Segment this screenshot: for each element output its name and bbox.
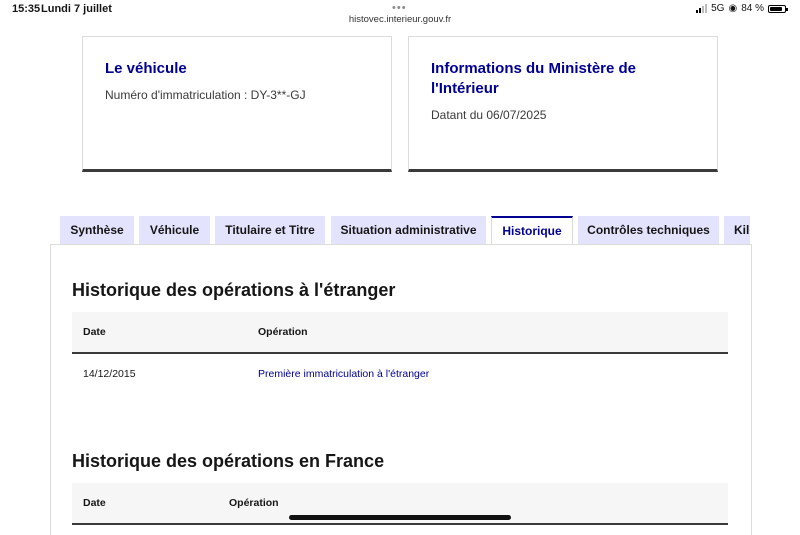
tab-kilometrage[interactable]: Kil	[724, 216, 750, 244]
column-date: Date	[83, 497, 106, 509]
row-date: 14/12/2015	[83, 368, 136, 380]
tab-situation[interactable]: Situation administrative	[331, 216, 486, 244]
tab-bar: Synthèse Véhicule Titulaire et Titre Sit…	[60, 216, 750, 246]
column-date: Date	[83, 326, 106, 338]
signal-icon	[696, 4, 708, 13]
battery-icon	[768, 4, 788, 13]
registration-number: Numéro d'immatriculation : DY-3**-GJ	[105, 88, 306, 102]
battery-label: 84 %	[741, 3, 764, 14]
table-row: 14/12/2015 Première immatriculation à l'…	[72, 354, 728, 394]
foreign-history-title: Historique des opérations à l'étranger	[72, 280, 396, 300]
vehicle-card-title: Le véhicule	[105, 60, 187, 77]
column-operation: Opération	[229, 497, 279, 509]
tab-historique[interactable]: Historique	[491, 216, 573, 246]
ministry-date: Datant du 06/07/2025	[431, 108, 547, 122]
row-operation-link[interactable]: Première immatriculation à l'étranger	[258, 368, 429, 380]
tab-titulaire[interactable]: Titulaire et Titre	[215, 216, 325, 244]
foreign-table-header: Date Opération	[72, 312, 728, 354]
tab-controles[interactable]: Contrôles techniques	[578, 216, 719, 244]
network-label: 5G	[711, 3, 725, 14]
home-indicator[interactable]	[289, 515, 511, 520]
tab-synthese[interactable]: Synthèse	[60, 216, 134, 244]
ministry-card: Informations du Ministère de l'Intérieur…	[408, 36, 718, 172]
tab-vehicule[interactable]: Véhicule	[139, 216, 210, 244]
status-bar: 15:35 Lundi 7 juillet ••• histovec.inter…	[0, 0, 800, 30]
column-operation: Opération	[258, 326, 308, 338]
address-bar[interactable]: histovec.interieur.gouv.fr	[0, 14, 800, 25]
ministry-card-title: Informations du Ministère de l'Intérieur	[431, 60, 637, 97]
vehicle-card: Le véhicule Numéro d'immatriculation : D…	[82, 36, 392, 172]
location-icon: ◉	[728, 3, 738, 14]
france-history-title: Historique des opérations en France	[72, 451, 385, 471]
status-icons: 5G ◉ 84 %	[696, 3, 788, 14]
more-dots-icon[interactable]: •••	[392, 2, 407, 14]
